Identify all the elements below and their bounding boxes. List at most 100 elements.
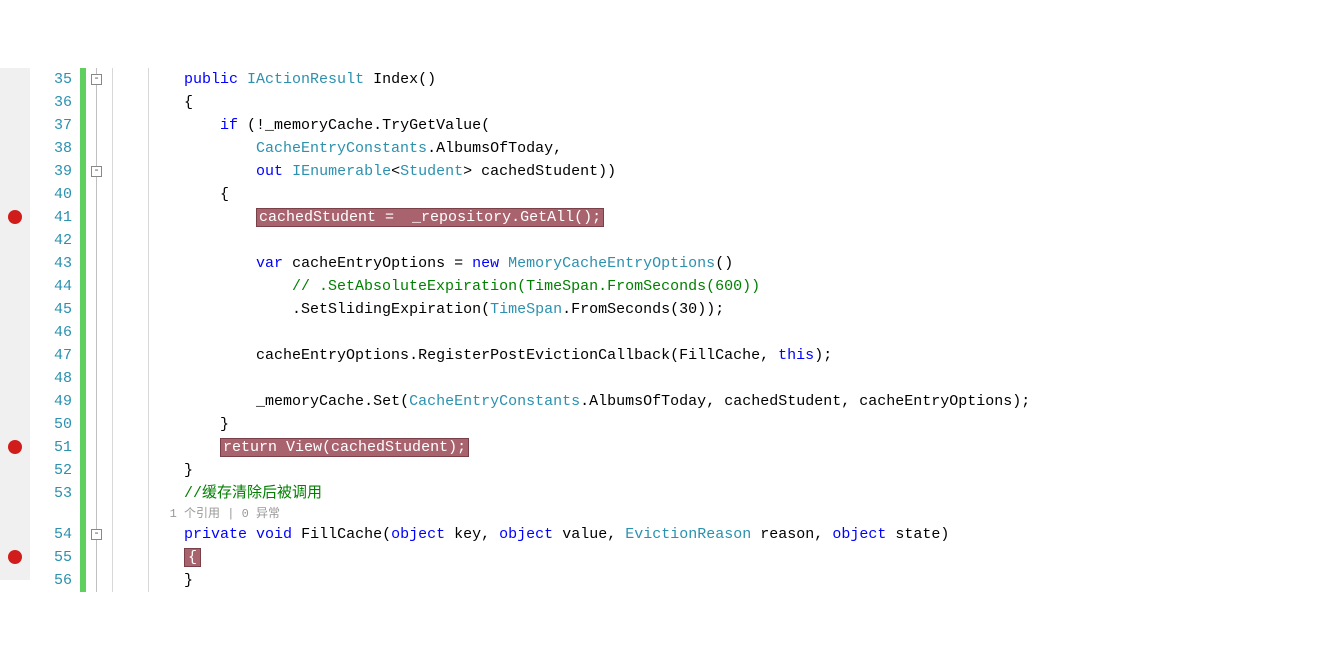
line-number: 48 <box>30 367 72 390</box>
line-number: 50 <box>30 413 72 436</box>
line-number: 37 <box>30 114 72 137</box>
code-line[interactable]: { <box>110 91 1331 114</box>
token-type: CacheEntryConstants <box>409 393 580 410</box>
line-number: 35 <box>30 68 72 91</box>
token-punc: ); <box>814 347 832 364</box>
line-number: 52 <box>30 459 72 482</box>
token-ident: cacheEntryOptions <box>859 393 1012 410</box>
change-bar <box>80 68 86 592</box>
code-line[interactable]: //缓存清除后被调用 <box>110 482 1331 505</box>
code-line[interactable]: // .SetAbsoluteExpiration(TimeSpan.FromS… <box>110 275 1331 298</box>
token-punc: ( <box>400 393 409 410</box>
token-punc: ( <box>670 301 679 318</box>
code-line[interactable]: } <box>110 459 1331 482</box>
indent-guide <box>112 68 113 592</box>
token-punc: , <box>841 393 859 410</box>
token-punc: ( <box>481 301 490 318</box>
code-line[interactable]: var cacheEntryOptions = new MemoryCacheE… <box>110 252 1331 275</box>
token-ident: cacheEntryOptions <box>292 255 445 272</box>
code-line[interactable]: { <box>110 546 1331 569</box>
line-number: 43 <box>30 252 72 275</box>
token-kw: private <box>184 526 247 543</box>
line-number: 41 <box>30 206 72 229</box>
line-number: 39 <box>30 160 72 183</box>
code-editor[interactable]: 3536373839404142434445464748495051525354… <box>0 68 1331 580</box>
line-number: 45 <box>30 298 72 321</box>
breakpoint-gutter[interactable] <box>0 68 30 580</box>
code-line[interactable]: } <box>110 413 1331 436</box>
token-type: TimeSpan <box>490 301 562 318</box>
token-type: Student <box>400 163 463 180</box>
token-punc: } <box>220 416 229 433</box>
token-punc: (!_memoryCache. <box>238 117 382 134</box>
code-line[interactable]: private void FillCache(object key, objec… <box>110 523 1331 546</box>
token-punc: . <box>292 301 301 318</box>
codelens-exceptions[interactable]: 0 异常 <box>242 507 280 521</box>
code-line[interactable]: } <box>110 569 1331 592</box>
token-ident: SetSlidingExpiration <box>301 301 481 318</box>
line-number: 42 <box>30 229 72 252</box>
token-punc <box>886 526 895 543</box>
code-line[interactable]: cacheEntryOptions.RegisterPostEvictionCa… <box>110 344 1331 367</box>
code-line[interactable] <box>110 229 1331 252</box>
token-punc: ) <box>940 526 949 543</box>
line-number <box>30 505 72 523</box>
token-comment: //缓存清除后被调用 <box>184 485 322 502</box>
token-punc: . <box>580 393 589 410</box>
token-punc: () <box>715 255 733 272</box>
fold-toggle-icon[interactable]: - <box>91 529 102 540</box>
token-punc <box>445 526 454 543</box>
line-number: 51 <box>30 436 72 459</box>
token-kw: public <box>184 71 238 88</box>
code-line[interactable] <box>110 321 1331 344</box>
token-punc: > <box>463 163 481 180</box>
breakpoint-icon[interactable] <box>8 550 22 564</box>
line-number: 40 <box>30 183 72 206</box>
token-punc: . <box>427 140 436 157</box>
token-punc <box>751 526 760 543</box>
token-ident: cachedStudent <box>481 163 598 180</box>
token-punc <box>283 163 292 180</box>
code-line[interactable]: out IEnumerable<Student> cachedStudent)) <box>110 160 1331 183</box>
token-punc: . <box>409 347 418 364</box>
code-line[interactable] <box>110 367 1331 390</box>
code-line[interactable]: return View(cachedStudent); <box>110 436 1331 459</box>
token-kw: out <box>256 163 283 180</box>
fold-toggle-icon[interactable]: - <box>91 74 102 85</box>
token-punc: ); <box>1012 393 1030 410</box>
token-punc: . <box>562 301 571 318</box>
token-ident: FillCache <box>301 526 382 543</box>
token-punc: () <box>418 71 436 88</box>
code-line[interactable]: public IActionResult Index() <box>110 68 1331 91</box>
codelens-sep: | <box>220 507 242 521</box>
line-number: 49 <box>30 390 72 413</box>
code-line[interactable]: _memoryCache.Set(CacheEntryConstants.Alb… <box>110 390 1331 413</box>
token-ident: reason <box>760 526 814 543</box>
token-punc: } <box>184 462 193 479</box>
codelens-references[interactable]: 1 个引用 <box>170 507 220 521</box>
code-line[interactable]: CacheEntryConstants.AlbumsOfToday, <box>110 137 1331 160</box>
token-ident: _memoryCache <box>256 393 364 410</box>
token-punc <box>364 71 373 88</box>
line-number: 46 <box>30 321 72 344</box>
token-ident: RegisterPostEvictionCallback <box>418 347 670 364</box>
token-type: CacheEntryConstants <box>256 140 427 157</box>
breakpoint-icon[interactable] <box>8 210 22 224</box>
token-punc: { <box>184 94 193 111</box>
token-ident: TryGetValue <box>382 117 481 134</box>
highlighted-code: return View(cachedStudent); <box>220 438 469 457</box>
codelens-row[interactable]: 1 个引用 | 0 异常 <box>110 505 1331 523</box>
code-line[interactable]: if (!_memoryCache.TryGetValue( <box>110 114 1331 137</box>
code-line[interactable]: .SetSlidingExpiration(TimeSpan.FromSecon… <box>110 298 1331 321</box>
breakpoint-icon[interactable] <box>8 440 22 454</box>
code-area[interactable]: public IActionResult Index() { if (!_mem… <box>110 68 1331 580</box>
code-line[interactable]: { <box>110 183 1331 206</box>
token-punc: , <box>553 140 562 157</box>
token-ident: cacheEntryOptions <box>256 347 409 364</box>
highlighted-code: { <box>184 548 201 567</box>
fold-gutter[interactable]: - - - <box>88 68 110 580</box>
fold-toggle-icon[interactable]: - <box>91 166 102 177</box>
token-punc: } <box>184 572 193 589</box>
token-punc: )); <box>697 301 724 318</box>
code-line[interactable]: cachedStudent = _repository.GetAll(); <box>110 206 1331 229</box>
